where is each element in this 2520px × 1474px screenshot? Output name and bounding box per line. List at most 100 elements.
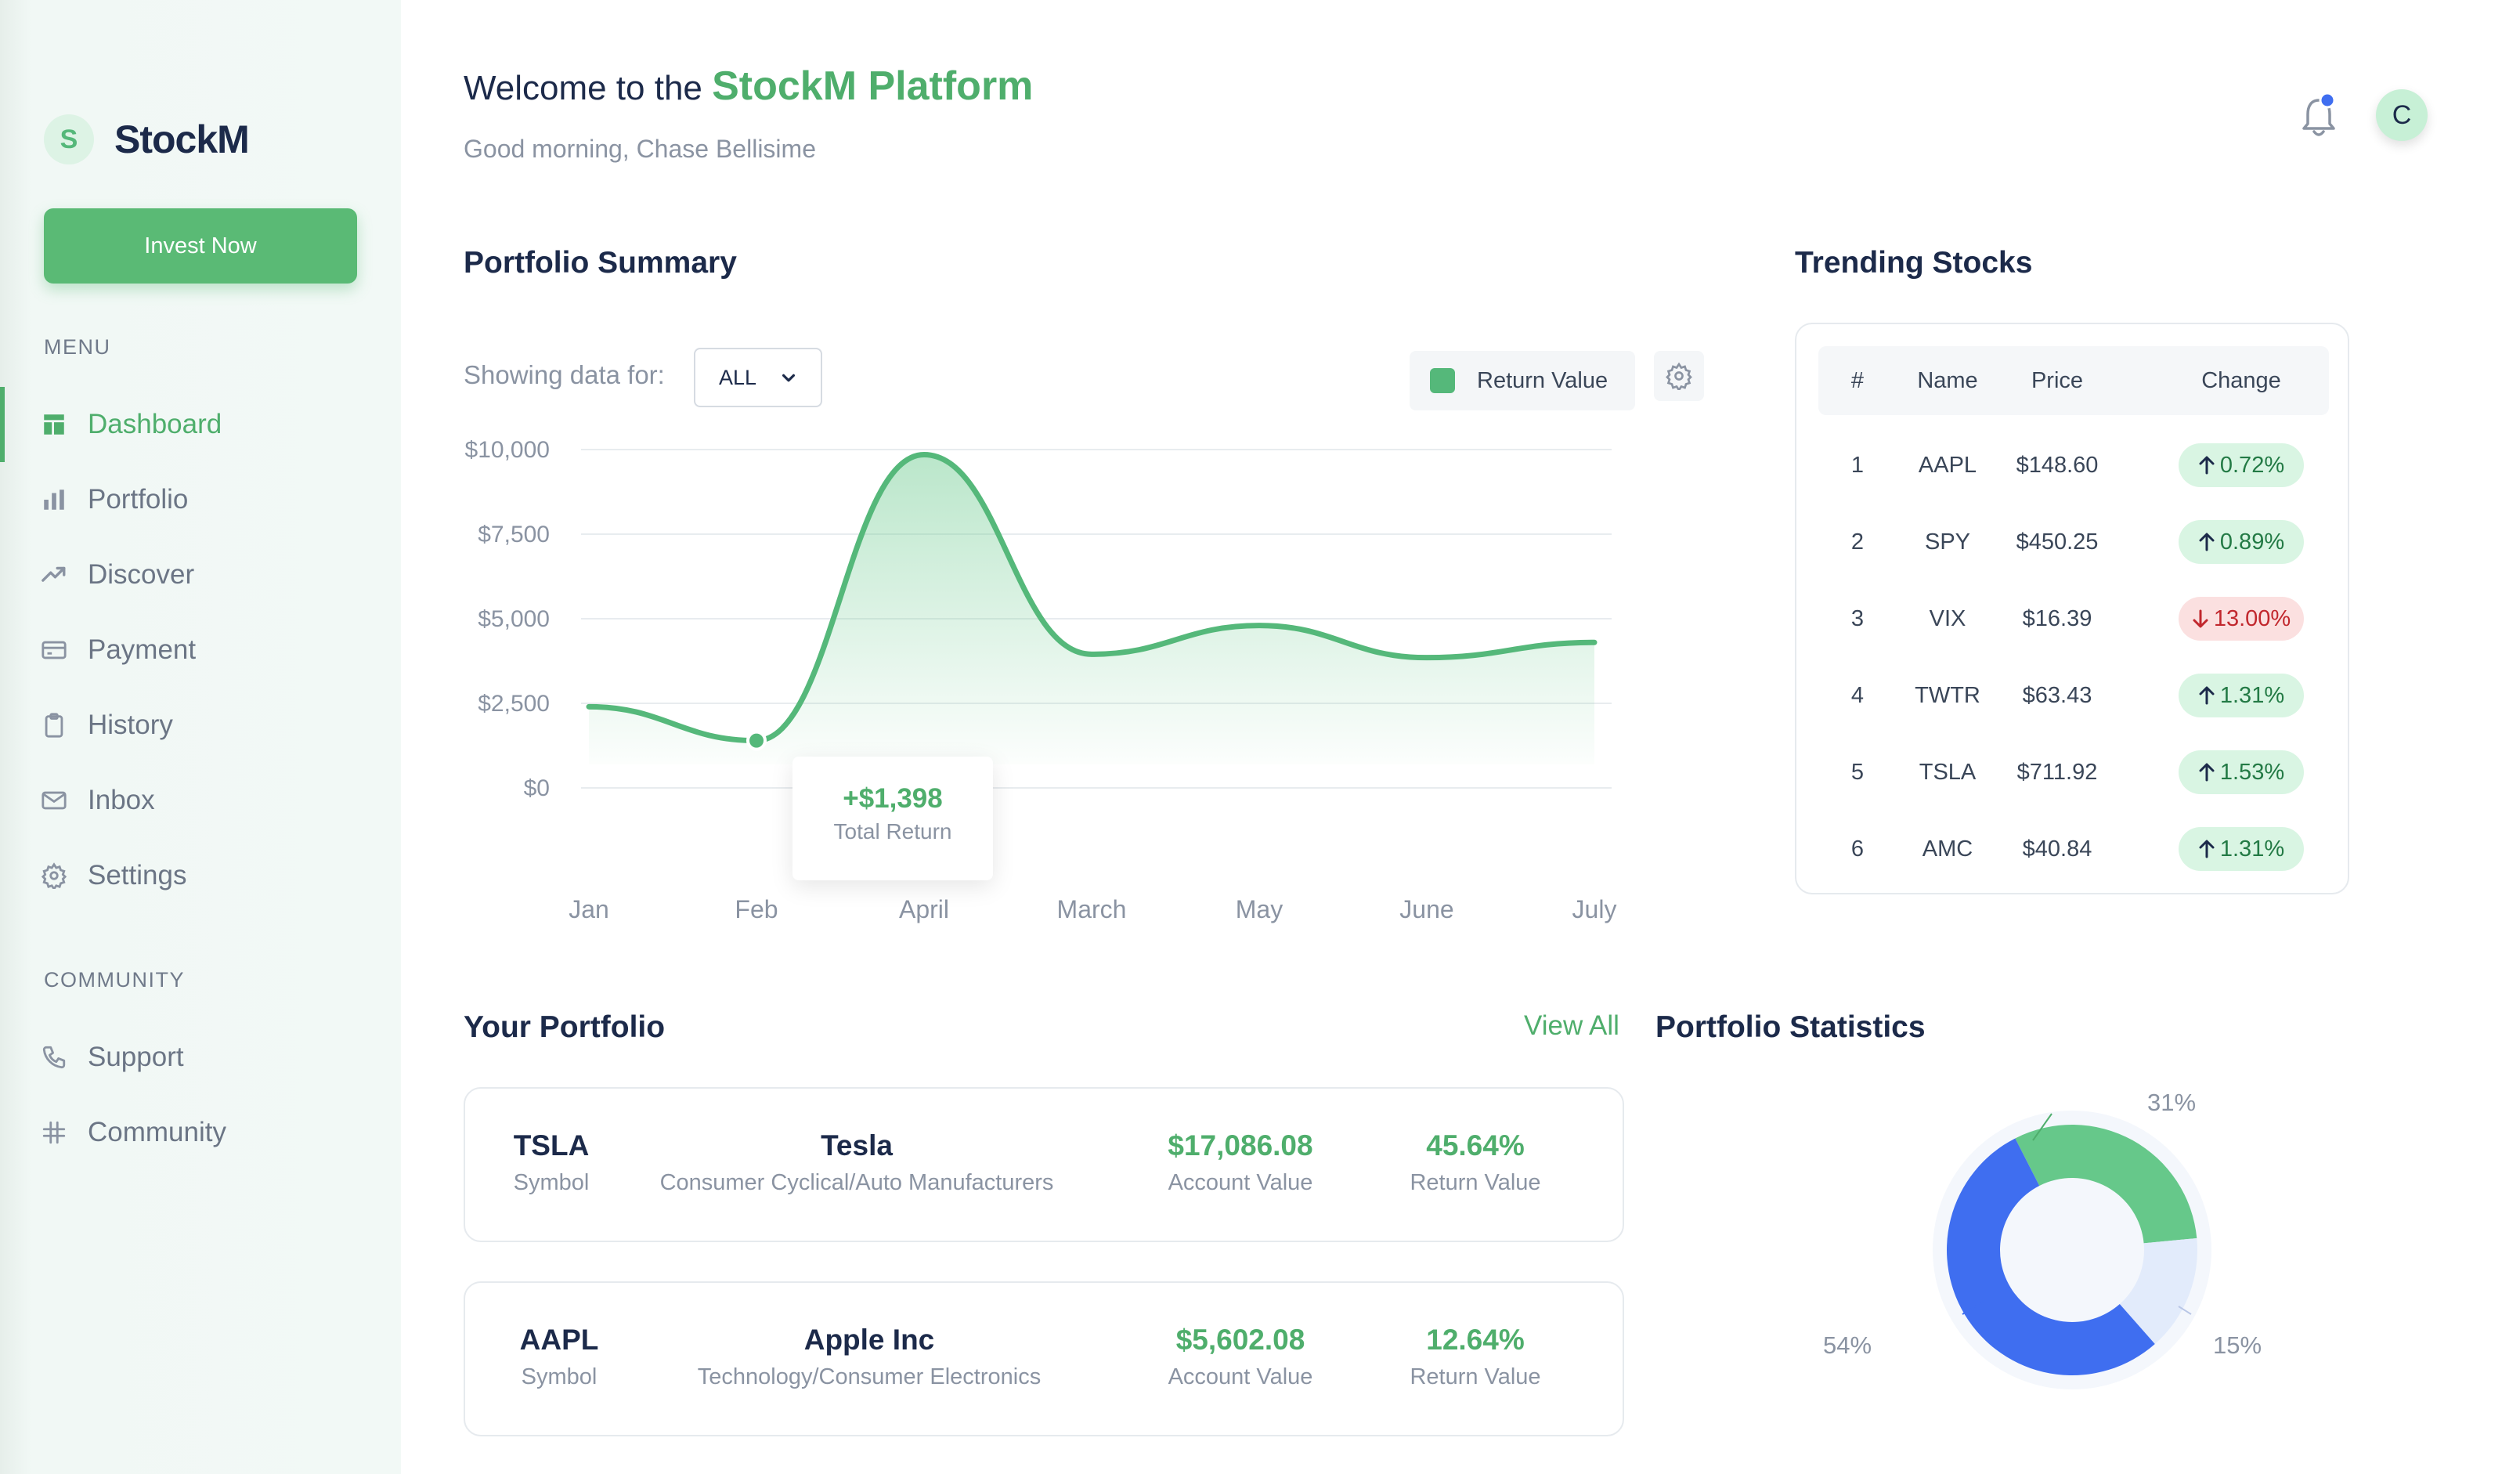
change-badge: 0.89%	[2179, 520, 2304, 564]
change-value: 1.31%	[2219, 836, 2285, 862]
sidebar: S StockM Invest Now MENU Dashboard Portf…	[0, 0, 401, 1474]
arrow-up-icon	[2199, 763, 2215, 782]
table-row[interactable]: 2 SPY $450.25 0.89%	[1818, 504, 2329, 581]
arrow-up-icon	[2199, 533, 2215, 551]
change-value: 0.89%	[2219, 529, 2285, 555]
view-all-link[interactable]: View All	[1524, 1010, 1619, 1042]
sidebar-item-label: Portfolio	[88, 484, 189, 515]
sidebar-item-label: Community	[88, 1117, 226, 1147]
holding-account-value: $17,086.08 Account Value	[1123, 1129, 1358, 1196]
y-tick-label: $0	[524, 775, 550, 801]
holding-company: Tesla Consumer Cyclical/Auto Manufacture…	[622, 1129, 1092, 1196]
sidebar-item-history[interactable]: History	[0, 688, 401, 763]
filter-label: Showing data for:	[464, 360, 665, 389]
column-header-name: Name	[1917, 368, 1978, 393]
x-tick-label: June	[1399, 895, 1453, 923]
chart-tooltip: +$1,398 Total Return	[792, 757, 993, 880]
sidebar-item-support[interactable]: Support	[0, 1020, 401, 1095]
symbol-label: Symbol	[521, 1364, 598, 1389]
notification-bell-icon[interactable]	[2299, 91, 2338, 141]
sidebar-item-community[interactable]: Community	[0, 1095, 401, 1170]
credit-card-icon	[41, 637, 67, 663]
account-value-label: Account Value	[1168, 1364, 1313, 1389]
account-value: $5,602.08	[1175, 1324, 1305, 1356]
data-filter-select[interactable]: ALL	[694, 348, 822, 407]
row-name: VIX	[1929, 606, 1966, 631]
sidebar-item-inbox[interactable]: Inbox	[0, 763, 401, 838]
row-rank: 5	[1850, 760, 1865, 785]
symbol-value: TSLA	[513, 1129, 590, 1161]
slack-icon	[41, 1119, 67, 1146]
main-menu: Dashboard Portfolio Discover Payment His…	[0, 387, 401, 913]
sidebar-item-portfolio[interactable]: Portfolio	[0, 462, 401, 537]
x-tick-label: Feb	[735, 895, 778, 923]
table-row[interactable]: 6 AMC $40.84 1.31%	[1818, 811, 2329, 888]
symbol-label: Symbol	[513, 1170, 590, 1195]
holding-account-value: $5,602.08 Account Value	[1123, 1324, 1358, 1390]
change-value: 1.31%	[2219, 682, 2285, 708]
holding-card[interactable]: AAPL Symbol Apple Inc Technology/Consume…	[464, 1281, 1624, 1436]
sidebar-item-label: History	[88, 710, 173, 740]
account-value: $17,086.08	[1168, 1129, 1313, 1161]
company-sector: Consumer Cyclical/Auto Manufacturers	[659, 1170, 1054, 1195]
tooltip-value: +$1,398	[843, 783, 943, 814]
table-row[interactable]: 1 AAPL $148.60 0.72%	[1818, 428, 2329, 504]
x-tick-label: May	[1236, 895, 1283, 923]
table-row[interactable]: 4 TWTR $63.43 1.31%	[1818, 658, 2329, 735]
return-value: 45.64%	[1426, 1129, 1525, 1161]
sidebar-item-settings[interactable]: Settings	[0, 838, 401, 913]
column-header-change: Change	[2201, 368, 2281, 393]
table-row[interactable]: 3 VIX $16.39 13.00%	[1818, 581, 2329, 658]
x-tick-label: Jan	[569, 895, 609, 923]
bar-chart-icon	[41, 486, 67, 513]
portfolio-statistics-title: Portfolio Statistics	[1655, 1010, 1926, 1044]
brand[interactable]: S StockM	[44, 114, 250, 164]
community-menu: Support Community	[0, 1020, 401, 1170]
chart-settings-button[interactable]	[1654, 351, 1704, 401]
legend-label: Return Value	[1477, 367, 1608, 393]
slice-label-stocks: 31%	[2147, 1089, 2197, 1116]
return-value-label: Return Value	[1410, 1170, 1541, 1195]
brand-name: StockM	[114, 117, 250, 161]
avatar[interactable]: C	[2376, 89, 2428, 141]
sidebar-item-discover[interactable]: Discover	[0, 537, 401, 612]
data-point	[746, 730, 767, 751]
row-name: TSLA	[1919, 760, 1977, 785]
portfolio-statistics-donut	[1933, 1111, 2211, 1389]
symbol-value: AAPL	[519, 1324, 599, 1356]
phone-icon	[41, 1044, 67, 1071]
row-rank: 1	[1850, 453, 1865, 478]
change-value: 1.53%	[2219, 759, 2285, 785]
sidebar-item-dashboard[interactable]: Dashboard	[0, 387, 401, 462]
column-header-price: Price	[2031, 368, 2084, 393]
arrow-down-icon	[2193, 609, 2208, 628]
table-row[interactable]: 5 TSLA $711.92 1.53%	[1818, 735, 2329, 811]
chart-legend[interactable]: Return Value	[1410, 351, 1635, 410]
y-tick-label: $2,500	[478, 691, 550, 717]
row-name: SPY	[1924, 529, 1971, 555]
company-name: Apple Inc	[803, 1324, 935, 1356]
dashboard-icon	[41, 411, 67, 438]
clipboard-icon	[41, 712, 67, 739]
sidebar-item-label: Discover	[88, 559, 195, 590]
row-name: TWTR	[1915, 683, 1980, 708]
change-badge: 0.72%	[2179, 443, 2304, 487]
row-price: $148.60	[2016, 453, 2099, 478]
portfolio-summary-title: Portfolio Summary	[464, 246, 737, 280]
invest-now-button[interactable]: Invest Now	[44, 208, 357, 284]
gear-icon	[1666, 362, 1692, 390]
legend-swatch	[1430, 368, 1455, 393]
account-value-label: Account Value	[1168, 1170, 1313, 1195]
x-tick-label: March	[1057, 895, 1127, 923]
trending-icon	[41, 562, 67, 588]
row-price: $40.84	[2022, 836, 2092, 862]
holding-card[interactable]: TSLA Symbol Tesla Consumer Cyclical/Auto…	[464, 1087, 1624, 1242]
filter-value: ALL	[719, 365, 757, 389]
change-badge: 1.31%	[2179, 827, 2304, 871]
y-tick-label: $10,000	[465, 437, 550, 463]
row-name: AAPL	[1918, 453, 1977, 478]
sidebar-item-payment[interactable]: Payment	[0, 612, 401, 688]
gear-icon	[41, 862, 67, 889]
holding-symbol: TSLA Symbol	[496, 1129, 606, 1196]
change-value: 0.72%	[2219, 452, 2285, 478]
